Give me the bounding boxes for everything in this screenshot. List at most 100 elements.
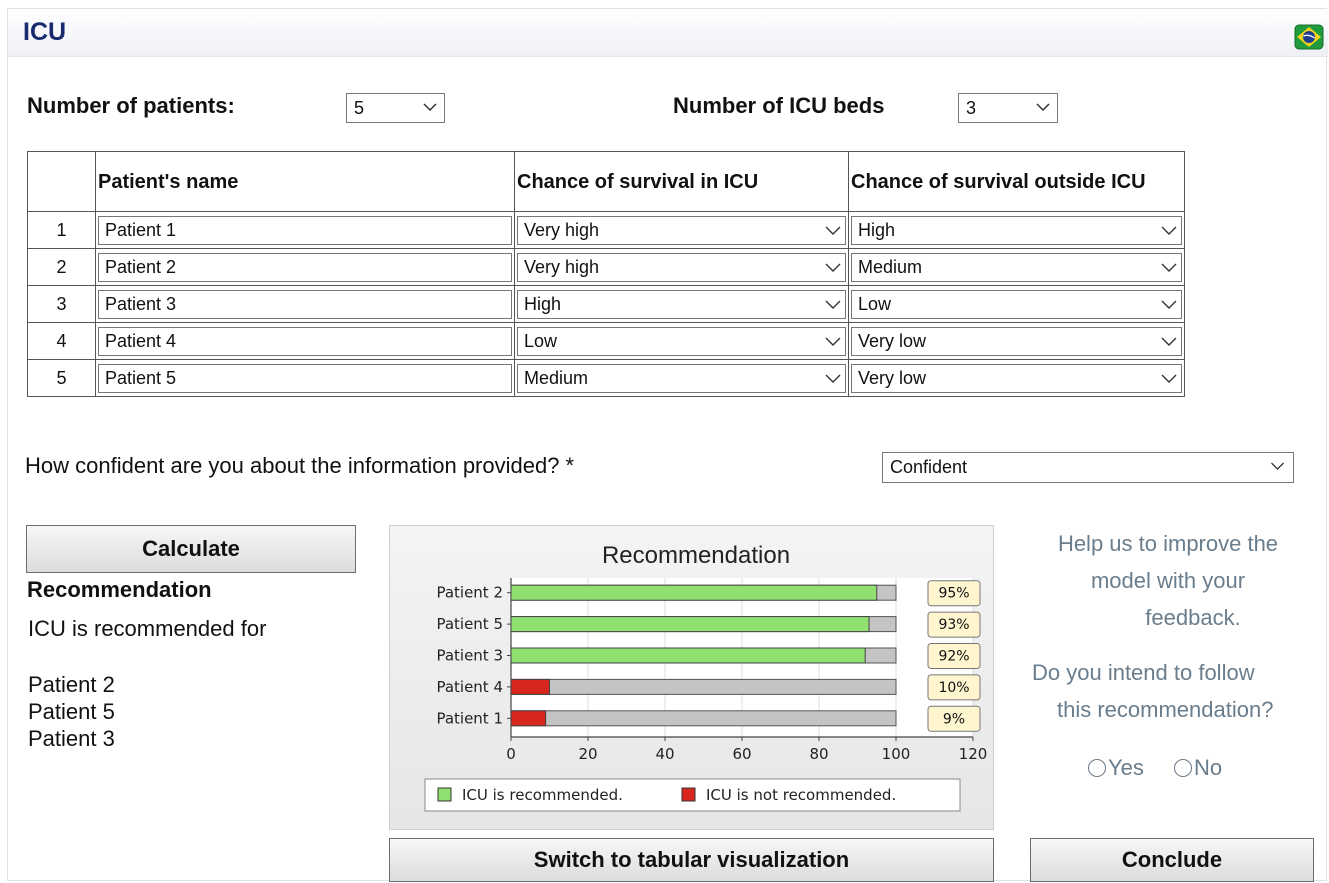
app-window: ICU Number of patients: 5 Number of ICU … [7,8,1328,882]
chevron-down-icon [1161,374,1177,383]
row-number: 2 [27,248,96,286]
category-label: Patient 3 [436,647,503,665]
data-label: 93% [938,617,969,633]
column-header-number [27,151,96,212]
patient-name-input[interactable]: Patient 3 [98,289,512,319]
chevron-down-icon [825,300,841,309]
patient-name-input[interactable]: Patient 1 [98,215,512,245]
row-number: 5 [27,359,96,397]
row-number: 3 [27,285,96,323]
survival-icu-cell: Medium [514,359,849,397]
name-cell: Patient 1 [95,211,515,249]
name-cell: Patient 3 [95,285,515,323]
category-label: Patient 1 [436,709,503,727]
table-row: 3 Patient 3 High Low [27,285,1185,323]
confidence-select[interactable]: Confident [882,452,1294,483]
survival-outside-select[interactable]: Very low [851,326,1182,356]
survival-icu-value: Low [524,330,558,351]
chevron-down-icon [1036,103,1050,112]
survival-outside-value: Very low [858,330,927,351]
survival-outside-select[interactable]: Very low [851,363,1182,393]
survival-icu-select[interactable]: Low [517,326,846,356]
chevron-down-icon [1161,337,1177,346]
bar-value [510,710,547,727]
bar-remainder [510,710,897,727]
recommended-patients-list: Patient 2 Patient 5 Patient 3 [28,671,115,752]
radio-no[interactable]: No [1174,755,1222,781]
survival-outside-value: Medium [858,256,923,277]
icu-beds-label: Number of ICU beds [673,93,885,118]
list-item: Patient 3 [28,726,115,751]
chevron-down-icon [825,263,841,272]
chevron-down-icon [825,374,841,383]
category-label: Patient 2 [436,584,503,602]
icu-beds-value: 3 [966,98,977,118]
table-row: 1 Patient 1 Very high High [27,211,1185,249]
list-item: Patient 2 [28,672,115,697]
patients-count-label: Number of patients: [27,93,235,118]
survival-outside-select[interactable]: High [851,215,1182,245]
app-title: ICU [23,18,67,46]
x-tick-label: 20 [578,745,597,763]
brazil-flag-icon[interactable] [1294,23,1324,51]
table-row: 2 Patient 2 Very high Medium [27,248,1185,286]
survival-icu-select[interactable]: Very high [517,215,846,245]
radio-yes[interactable]: Yes [1088,755,1144,781]
survival-icu-select[interactable]: High [517,289,846,319]
follow-question: Do you intend to follow this recommendat… [1032,654,1328,728]
feedback-line: feedback. [1145,605,1241,630]
column-header-survival-icu: Chance of survival in ICU [514,151,849,212]
data-label: 9% [943,711,965,727]
survival-outside-select[interactable]: Low [851,289,1182,319]
survival-outside-cell: Very low [848,322,1185,360]
bar-value [510,678,550,695]
follow-question-line: Do you intend to follow [1032,660,1255,685]
name-cell: Patient 5 [95,359,515,397]
radio-circle-icon [1174,759,1192,777]
row-number: 4 [27,322,96,360]
patient-name-input[interactable]: Patient 2 [98,252,512,282]
chevron-down-icon [1161,300,1177,309]
survival-outside-cell: Very low [848,359,1185,397]
survival-icu-select[interactable]: Very high [517,252,846,282]
bar-value [510,647,866,664]
chevron-down-icon [825,337,841,346]
data-label: 92% [938,649,969,665]
legend-swatch-recommended [437,787,452,802]
calculate-button[interactable]: Calculate [26,525,356,573]
table-row: 4 Patient 4 Low Very low [27,322,1185,360]
switch-to-tabular-button[interactable]: Switch to tabular visualization [389,838,994,882]
radio-circle-icon [1088,759,1106,777]
survival-icu-select[interactable]: Medium [517,363,846,393]
legend-label: ICU is not recommended. [706,786,896,804]
recommendation-chart: Recommendation Patient 2 95% Patient 5 93% Pa… [424,542,988,812]
survival-outside-value: Low [858,293,892,314]
patients-count-value: 5 [354,98,365,118]
name-cell: Patient 2 [95,248,515,286]
survival-outside-value: Very low [858,367,927,388]
x-tick-label: 40 [655,745,674,763]
bar-remainder [510,678,897,695]
x-tick-label: 0 [506,745,516,763]
title-bar: ICU [8,9,1328,57]
column-header-name: Patient's name [95,151,515,212]
list-item: Patient 5 [28,699,115,724]
patients-count-select[interactable]: 5 [346,93,445,123]
x-tick-label: 120 [959,745,988,763]
name-cell: Patient 4 [95,322,515,360]
survival-outside-select[interactable]: Medium [851,252,1182,282]
table-header-row: Patient's name Chance of survival in ICU… [27,151,1185,212]
survival-icu-value: Very high [524,219,600,240]
follow-question-line: this recommendation? [1057,697,1274,722]
patients-table: Patient's name Chance of survival in ICU… [27,151,1185,397]
patient-name-input[interactable]: Patient 4 [98,326,512,356]
conclude-button[interactable]: Conclude [1030,838,1314,882]
survival-outside-cell: Medium [848,248,1185,286]
bar-value [510,584,878,601]
chevron-down-icon [1161,263,1177,272]
icu-beds-select[interactable]: 3 [958,93,1058,123]
survival-outside-cell: Low [848,285,1185,323]
chevron-down-icon [825,226,841,235]
survival-outside-value: High [858,219,896,240]
patient-name-input[interactable]: Patient 5 [98,363,512,393]
